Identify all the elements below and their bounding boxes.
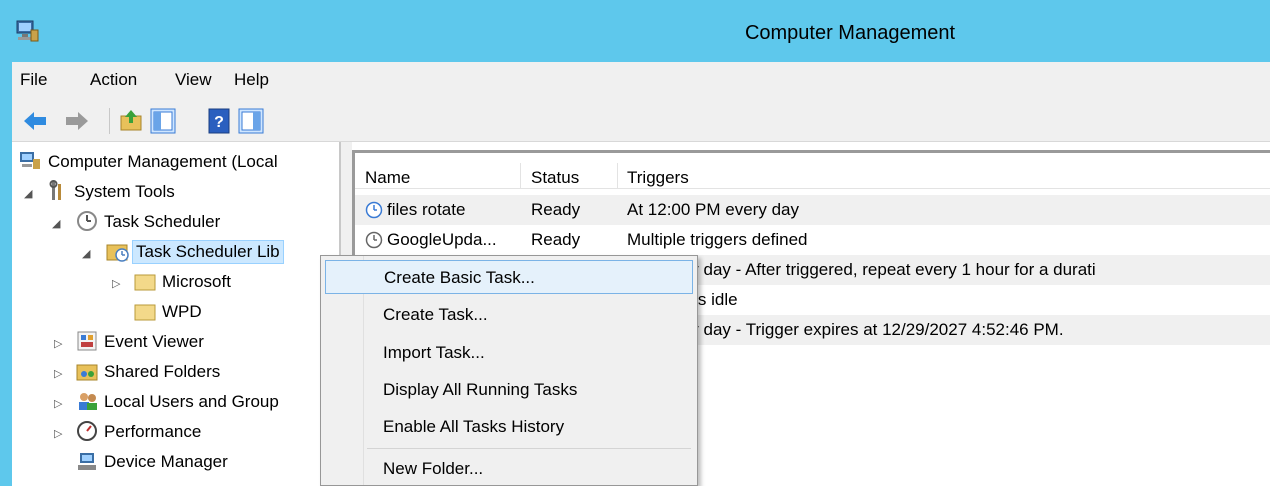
menu-item-label: Create Basic Task... xyxy=(384,268,535,287)
collapse-arrow-icon[interactable]: ◢ xyxy=(52,217,60,230)
task-name: GoogleUpda... xyxy=(387,230,497,249)
tree-item-label: Shared Folders xyxy=(104,362,221,381)
task-triggers: At 12:00 PM every day xyxy=(627,200,799,219)
list-header: Name Status Triggers xyxy=(355,163,1270,189)
task-status: Ready xyxy=(531,200,581,219)
menu-item-display-all-running-tasks[interactable]: Display All Running Tasks xyxy=(325,373,693,407)
tree-item-label: Task Scheduler Lib xyxy=(132,240,284,264)
task-triggers: Multiple triggers defined xyxy=(627,230,808,249)
menu-item-label: Enable All Tasks History xyxy=(383,417,565,436)
shared-folders-icon xyxy=(76,364,98,381)
tree-item-label: Computer Management (Local xyxy=(48,152,278,171)
tree-item-label: Device Manager xyxy=(104,452,228,471)
menu-view[interactable]: View xyxy=(175,70,212,90)
tree-item-label: Task Scheduler xyxy=(104,212,221,231)
window-title: Computer Management xyxy=(744,22,956,44)
task-clock-icon xyxy=(365,231,383,249)
menu-item-import-task[interactable]: Import Task... xyxy=(325,336,693,370)
performance-icon xyxy=(77,421,97,441)
menu-help[interactable]: Help xyxy=(234,70,269,90)
menu-action[interactable]: Action xyxy=(90,70,137,90)
window-border xyxy=(0,62,12,486)
menu-file[interactable]: File xyxy=(20,70,47,90)
menu-separator xyxy=(367,448,691,449)
menu-item-new-folder[interactable]: New Folder... xyxy=(325,452,693,485)
tree-item-label: WPD xyxy=(162,302,202,321)
column-header-triggers[interactable]: Triggers xyxy=(627,168,689,188)
collapse-arrow-icon[interactable]: ◢ xyxy=(82,247,90,260)
tree-item-label: Performance xyxy=(104,422,202,441)
column-header-name[interactable]: Name xyxy=(365,168,410,188)
expand-arrow-icon[interactable]: ▷ xyxy=(54,337,62,350)
back-icon[interactable] xyxy=(22,108,48,134)
column-divider[interactable] xyxy=(520,163,521,189)
tree-item-label: Event Viewer xyxy=(104,332,204,351)
show-hide-console-tree-icon[interactable] xyxy=(150,108,176,134)
menu-item-enable-all-tasks-history[interactable]: Enable All Tasks History xyxy=(325,410,693,444)
menu-bar: File Action View Help xyxy=(12,62,1270,98)
folder-icon xyxy=(134,274,156,291)
forward-icon[interactable] xyxy=(64,108,90,134)
folder-icon xyxy=(134,304,156,321)
event-viewer-icon xyxy=(77,331,97,351)
tree-item-label: Local Users and Group xyxy=(104,392,279,411)
menu-item-label: New Folder... xyxy=(383,459,484,478)
menu-item-label: Import Task... xyxy=(383,343,485,362)
menu-item-label: Display All Running Tasks xyxy=(383,380,578,399)
title-bar: Computer Management xyxy=(0,0,1270,62)
folder-clock-icon xyxy=(106,244,129,262)
task-clock-icon xyxy=(365,201,383,219)
task-status: Ready xyxy=(531,230,581,249)
expand-arrow-icon[interactable]: ▷ xyxy=(54,367,62,380)
menu-item-create-basic-task[interactable]: Create Basic Task... xyxy=(325,260,693,294)
table-row[interactable]: GoogleUpda... Ready Multiple triggers de… xyxy=(355,225,1270,255)
show-hide-action-pane-icon[interactable] xyxy=(238,108,264,134)
table-row[interactable]: files rotate Ready At 12:00 PM every day xyxy=(355,195,1270,225)
toolbar: ? xyxy=(12,98,1270,142)
expand-arrow-icon[interactable]: ▷ xyxy=(54,397,62,410)
device-manager-icon xyxy=(78,453,96,470)
expand-arrow-icon[interactable]: ▷ xyxy=(54,427,62,440)
tree-item-label: Microsoft xyxy=(162,272,231,291)
tree-item-label: System Tools xyxy=(74,182,175,201)
console-tree: Computer Management (Local ◢ System Tool… xyxy=(12,142,340,486)
clock-icon xyxy=(77,211,97,231)
help-icon[interactable]: ? xyxy=(206,108,232,134)
column-header-status[interactable]: Status xyxy=(531,168,579,188)
column-divider[interactable] xyxy=(617,163,618,189)
menu-item-create-task[interactable]: Create Task... xyxy=(325,298,693,332)
users-icon xyxy=(79,393,97,410)
toolbar-separator xyxy=(109,108,110,134)
collapse-arrow-icon[interactable]: ◢ xyxy=(24,187,32,200)
task-name: files rotate xyxy=(387,200,466,219)
expand-arrow-icon[interactable]: ▷ xyxy=(112,277,120,290)
computer-management-icon xyxy=(20,152,40,169)
system-tools-icon xyxy=(49,180,61,200)
menu-item-label: Create Task... xyxy=(383,305,488,324)
up-folder-icon[interactable] xyxy=(118,108,144,134)
svg-text:?: ? xyxy=(214,114,224,131)
context-menu: Create Basic Task... Create Task... Impo… xyxy=(320,255,698,486)
